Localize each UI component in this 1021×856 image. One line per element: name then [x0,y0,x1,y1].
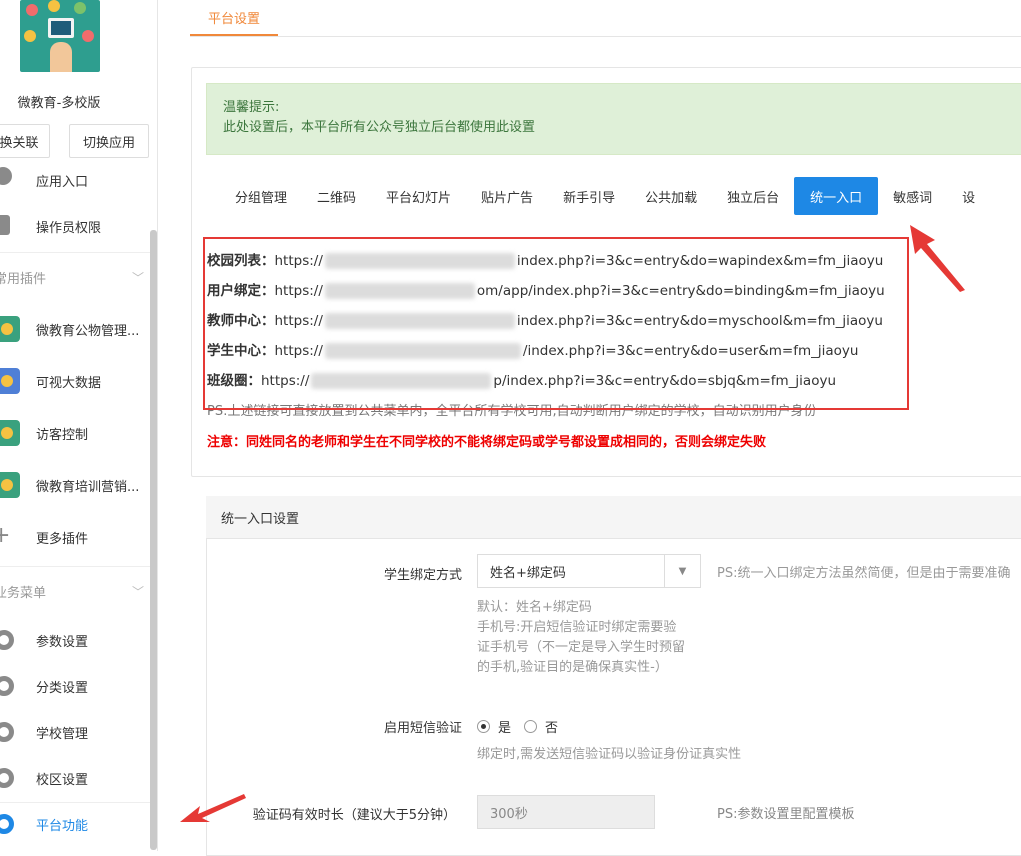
entry-icon [0,167,12,185]
sidebar-item-label: 可视大数据 [36,375,102,391]
sidebar-item-label: 微教育公物管理... [36,323,140,339]
warning-text: 注意：同姓同名的老师和学生在不同学校的不能将绑定码或学号都设置成相同的，否则会绑… [207,435,767,450]
sms-label: 启用短信验证 [383,721,462,736]
gear-icon [0,814,14,834]
tab-public-load[interactable]: 公共加载 [630,177,712,215]
code-duration-ps: PS:参数设置里配置模板 [717,807,855,822]
plugin-icon [0,472,20,498]
permission-icon [0,215,10,235]
sidebar-item-plugin[interactable]: 微教育培训营销... [0,462,152,508]
sidebar-item-label: 操作员权限 [36,220,102,236]
tab-group[interactable]: 分组管理 [220,177,302,215]
sidebar-item-label: 访客控制 [36,427,89,443]
bind-method-help: 默认：姓名+绑定码 手机号:开启短信验证时绑定需要验 证手机号（不一定是导入学生… [477,600,686,675]
sidebar-item-schools[interactable]: 学校管理 [0,709,152,755]
plus-icon: + [0,524,16,548]
tab-platform-settings[interactable]: 平台设置 [190,0,278,36]
sidebar-item-label: 微教育培训营销... [36,479,140,495]
sidebar-item-label: 更多插件 [36,531,89,547]
business-group-header[interactable]: 业务菜单 ﹀ [0,568,152,614]
sidebar-item-label: 分类设置 [36,680,89,696]
app-name: 微教育-多校版 [17,96,101,111]
annotation-arrow [180,794,246,822]
tab-slides[interactable]: 平台幻灯片 [371,177,466,215]
app-logo [20,0,100,72]
sms-yes-radio[interactable]: 是 [477,717,511,736]
gear-icon [0,722,14,742]
sidebar-item-plugin[interactable]: 微教育公物管理... [0,306,152,352]
chevron-down-icon: ﹀ [131,270,144,285]
sidebar-item-permission[interactable]: 操作员权限 [0,203,152,249]
sidebar-item-campus[interactable]: 校区设置 [0,755,152,801]
tab-settings[interactable]: 设 [947,177,990,215]
chevron-down-icon: ▼ [664,555,700,587]
settings-tabs: 分组管理 二维码 平台幻灯片 贴片广告 新手引导 公共加载 独立后台 统一入口 … [220,177,990,215]
tab-qrcode[interactable]: 二维码 [302,177,371,215]
tab-ads[interactable]: 贴片广告 [466,177,548,215]
code-duration-label: 验证码有效时长（建议大于5分钟） [252,808,456,823]
section-title: 统一入口设置 [206,496,1021,539]
sidebar-item-label: 校区设置 [36,772,89,788]
gear-icon [0,630,14,650]
sms-help: 绑定时,需发送短信验证码以验证身份证真实性 [477,747,742,762]
sidebar-item-label: 参数设置 [36,634,89,650]
tip-text: 此处设置后，本平台所有公众号独立后台都使用此设置 [223,120,536,135]
bind-method-ps: PS:统一入口绑定方法虽然简便，但是由于需要准确 [717,566,1011,581]
bind-method-select[interactable]: 姓名+绑定码 ▼ [477,554,701,588]
sms-no-radio[interactable]: 否 [524,717,558,736]
tip-alert: 温馨提示: 此处设置后，本平台所有公众号独立后台都使用此设置 [206,83,1021,155]
switch-link-button[interactable]: 换关联 [0,124,50,158]
gear-icon [0,768,14,788]
sidebar-item-platform[interactable]: 平台功能 [0,801,152,847]
tab-unified-entry[interactable]: 统一入口 [794,177,879,215]
bind-method-value: 姓名+绑定码 [490,565,566,581]
sidebar: 微教育-多校版 换关联 切换应用 应用入口 操作员权限 常用插件 ﹀ 微教育公物… [0,0,158,851]
plugin-group-header[interactable]: 常用插件 ﹀ [0,254,152,300]
switch-app-button[interactable]: 切换应用 [69,124,149,158]
sidebar-item-label: 学校管理 [36,726,89,742]
sidebar-scrollbar[interactable] [150,230,157,850]
bind-method-label: 学生绑定方式 [383,568,462,583]
sidebar-item-plugin[interactable]: 访客控制 [0,410,152,456]
plugin-icon [0,420,20,446]
sidebar-item-params[interactable]: 参数设置 [0,617,152,663]
tab-sensitive-words[interactable]: 敏感词 [878,177,947,215]
plugin-icon [0,316,20,342]
sidebar-item-category[interactable]: 分类设置 [0,663,152,709]
sidebar-item-more-plugins[interactable]: + 更多插件 [0,514,152,560]
plugin-icon [0,368,20,394]
tab-guide[interactable]: 新手引导 [548,177,630,215]
annotation-highlight-box [203,237,909,410]
gear-icon [0,676,14,696]
sidebar-item-label: 平台功能 [36,818,89,834]
sidebar-item-label: 应用入口 [36,174,89,190]
annotation-arrow [910,225,965,292]
tab-independent-backend[interactable]: 独立后台 [712,177,794,215]
code-duration-input: 300秒 [477,795,655,829]
sidebar-item-entry[interactable]: 应用入口 [0,157,152,203]
chevron-down-icon: ﹀ [131,584,144,599]
sidebar-item-plugin[interactable]: 可视大数据 [0,358,152,404]
tip-title: 温馨提示: [223,100,280,115]
